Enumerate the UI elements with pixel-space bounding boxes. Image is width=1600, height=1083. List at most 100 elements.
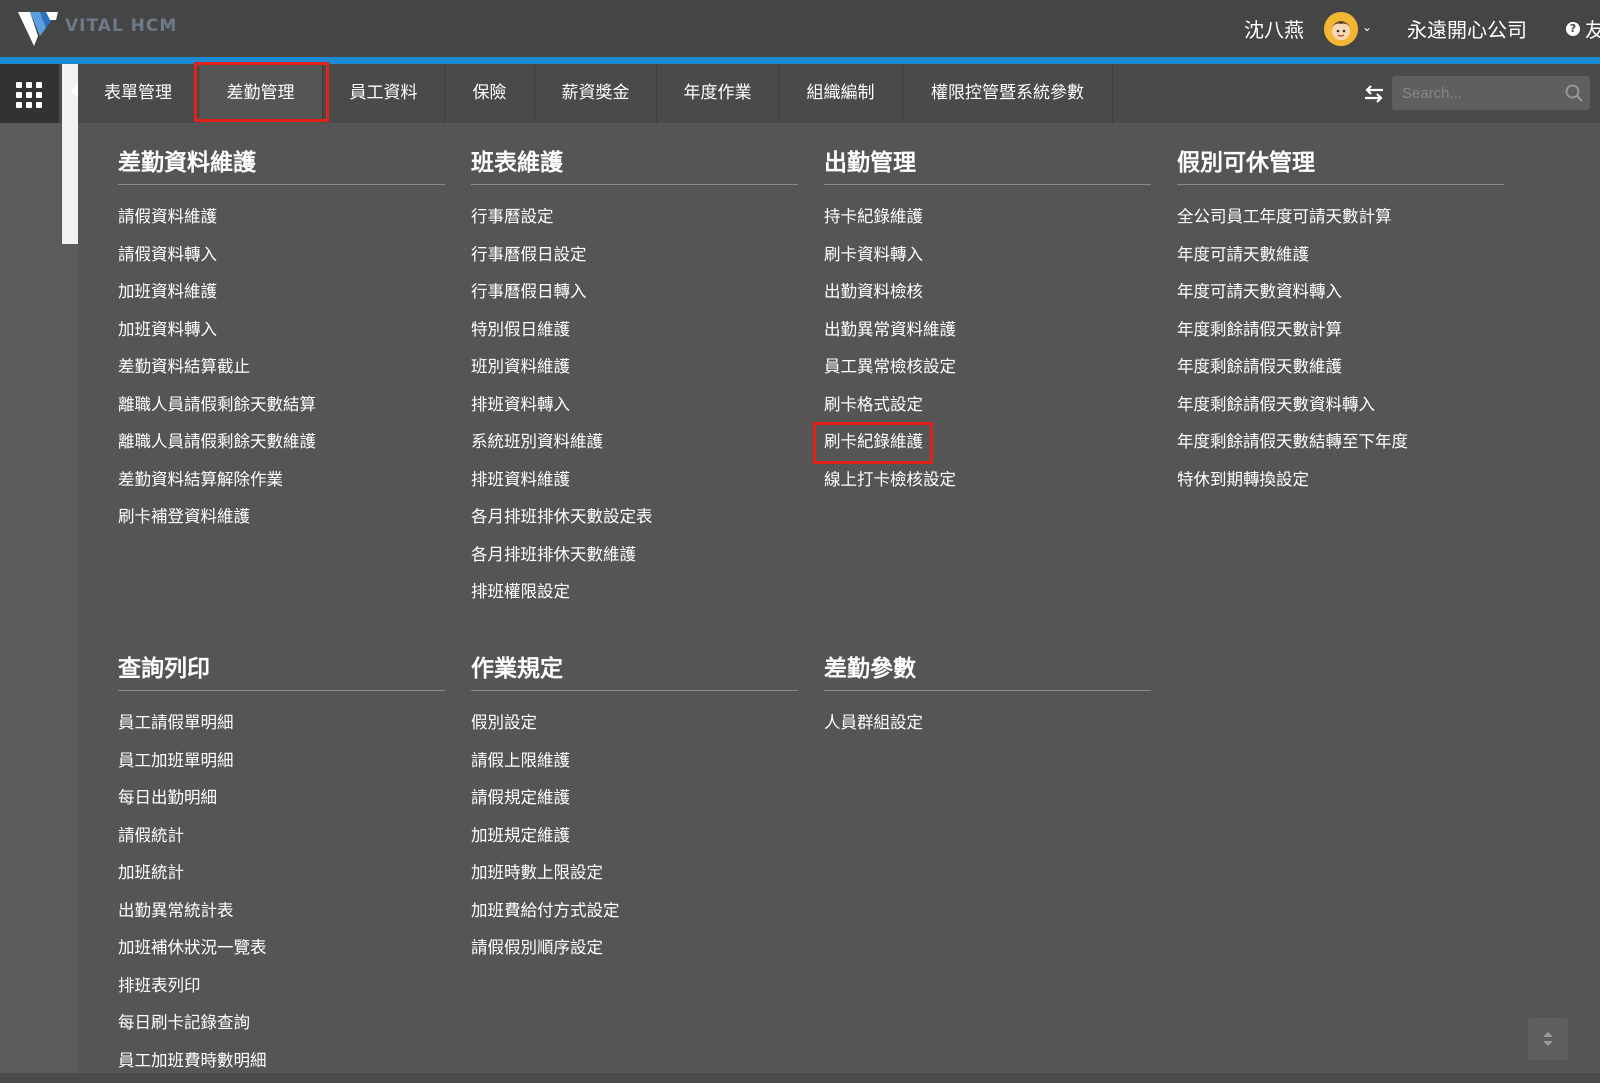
menu-item[interactable]: 行事曆假日轉入 [471, 277, 798, 315]
menu-item[interactable]: 刷卡資料轉入 [824, 240, 1151, 278]
tab-organization[interactable]: 組織編制 [779, 64, 903, 123]
menu-item[interactable]: 排班資料維護 [471, 465, 798, 503]
menu-item[interactable]: 加班費給付方式設定 [471, 896, 798, 934]
section-schedule: 班表維護 行事曆設定 行事曆假日設定 行事曆假日轉入 特別假日維護 班別資料維護… [471, 143, 798, 615]
section-title: 差勤資料維護 [118, 143, 445, 183]
section-divider [118, 184, 445, 185]
section-divider [1177, 184, 1504, 185]
swap-arrows-icon[interactable] [1363, 83, 1385, 105]
menu-item[interactable]: 各月排班排休天數維護 [471, 540, 798, 578]
menu-item[interactable]: 年度剩餘請假天數計算 [1177, 315, 1504, 353]
menu-item[interactable]: 請假規定維護 [471, 783, 798, 821]
vital-logo-icon[interactable] [16, 8, 60, 48]
section-attendance-data: 差勤資料維護 請假資料維護 請假資料轉入 加班資料維護 加班資料轉入 差勤資料結… [118, 143, 445, 540]
menu-item[interactable]: 行事曆設定 [471, 202, 798, 240]
section-title: 假別可休管理 [1177, 143, 1504, 183]
menu-item[interactable]: 員工請假單明細 [118, 708, 445, 746]
menu-item-highlighted[interactable]: 刷卡紀錄維護 [824, 427, 1151, 465]
menu-item[interactable]: 行事曆假日設定 [471, 240, 798, 278]
collapse-arrow-icon[interactable] [71, 84, 78, 98]
menu-item[interactable]: 線上打卡檢核設定 [824, 465, 1151, 503]
menu-item[interactable]: 年度可請天數資料轉入 [1177, 277, 1504, 315]
tab-attendance-management[interactable]: 差勤管理 [199, 64, 323, 123]
menu-item[interactable]: 刷卡補登資料維護 [118, 502, 445, 540]
menu-item[interactable]: 排班表列印 [118, 971, 445, 1009]
scroll-toggle-button[interactable] [1528, 1018, 1568, 1060]
section-divider [824, 690, 1151, 691]
tab-annual-operations[interactable]: 年度作業 [657, 64, 779, 123]
menu-item[interactable]: 班別資料維護 [471, 352, 798, 390]
menu-item[interactable]: 差勤資料結算解除作業 [118, 465, 445, 503]
menu-item[interactable]: 特別假日維護 [471, 315, 798, 353]
attendance-menu-panel: 差勤資料維護 請假資料維護 請假資料轉入 加班資料維護 加班資料轉入 差勤資料結… [78, 123, 1600, 1073]
help-icon[interactable]: ? [1566, 22, 1580, 36]
grid-icon [16, 82, 42, 108]
menu-item[interactable]: 請假統計 [118, 821, 445, 859]
menu-item[interactable]: 年度剩餘請假天數維護 [1177, 352, 1504, 390]
app-grid-button[interactable] [0, 64, 59, 123]
menu-item[interactable]: 假別設定 [471, 708, 798, 746]
search-input[interactable] [1392, 76, 1590, 110]
menu-item[interactable]: 加班資料轉入 [118, 315, 445, 353]
section-divider [471, 184, 798, 185]
section-divider [118, 690, 445, 691]
section-title: 作業規定 [471, 649, 798, 689]
menu-item[interactable]: 請假假別順序設定 [471, 933, 798, 971]
menu-item[interactable]: 持卡紀錄維護 [824, 202, 1151, 240]
help-label[interactable]: 友 [1585, 14, 1600, 43]
menu-item[interactable]: 各月排班排休天數設定表 [471, 502, 798, 540]
section-title: 查詢列印 [118, 649, 445, 689]
menu-item[interactable]: 員工異常檢核設定 [824, 352, 1151, 390]
menu-item[interactable]: 加班資料維護 [118, 277, 445, 315]
menu-item[interactable]: 全公司員工年度可請天數計算 [1177, 202, 1504, 240]
section-title: 差勤參數 [824, 649, 1151, 689]
menu-item[interactable]: 出勤異常統計表 [118, 896, 445, 934]
section-title: 班表維護 [471, 143, 798, 183]
top-bar [0, 0, 1600, 57]
menu-item[interactable]: 人員群組設定 [824, 708, 1151, 746]
section-rules: 作業規定 假別設定 請假上限維護 請假規定維護 加班規定維護 加班時數上限設定 … [471, 649, 798, 971]
menu-item[interactable]: 請假資料維護 [118, 202, 445, 240]
menu-item[interactable]: 離職人員請假剩餘天數結算 [118, 390, 445, 428]
tab-form-management[interactable]: 表單管理 [78, 64, 199, 123]
logo-text: VITAL HCM [65, 16, 177, 36]
menu-item[interactable]: 刷卡格式設定 [824, 390, 1151, 428]
menu-item[interactable]: 出勤異常資料維護 [824, 315, 1151, 353]
menu-item[interactable]: 系統班別資料維護 [471, 427, 798, 465]
menu-item[interactable]: 加班統計 [118, 858, 445, 896]
tab-employee-data[interactable]: 員工資料 [323, 64, 445, 123]
section-divider [471, 690, 798, 691]
section-query-print: 查詢列印 員工請假單明細 員工加班單明細 每日出勤明細 請假統計 加班統計 出勤… [118, 649, 445, 1083]
menu-item[interactable]: 離職人員請假剩餘天數維護 [118, 427, 445, 465]
menu-item[interactable]: 排班資料轉入 [471, 390, 798, 428]
menu-item[interactable]: 員工加班單明細 [118, 746, 445, 784]
tab-payroll[interactable]: 薪資獎金 [535, 64, 657, 123]
menu-item[interactable]: 請假上限維護 [471, 746, 798, 784]
menu-item[interactable]: 每日出勤明細 [118, 783, 445, 821]
user-name[interactable]: 沈八燕 [1244, 14, 1304, 43]
chevron-down-icon[interactable]: ⌄ [1362, 20, 1372, 34]
menu-item[interactable]: 員工加班費時數明細 [118, 1046, 445, 1083]
menu-item[interactable]: 排班權限設定 [471, 577, 798, 615]
menu-item[interactable]: 年度剩餘請假天數資料轉入 [1177, 390, 1504, 428]
accent-line [0, 57, 1600, 64]
menu-item[interactable]: 加班補休狀況一覽表 [118, 933, 445, 971]
menu-item[interactable]: 特休到期轉換設定 [1177, 465, 1504, 503]
menu-item[interactable]: 加班規定維護 [471, 821, 798, 859]
left-sidebar [0, 123, 62, 1073]
menu-item[interactable]: 每日刷卡記錄查詢 [118, 1008, 445, 1046]
user-avatar-icon[interactable] [1324, 12, 1358, 46]
menu-item[interactable]: 年度可請天數維護 [1177, 240, 1504, 278]
menu-item[interactable]: 差勤資料結算截止 [118, 352, 445, 390]
tab-insurance[interactable]: 保險 [445, 64, 535, 123]
section-attendance-mgmt: 出勤管理 持卡紀錄維護 刷卡資料轉入 出勤資料檢核 出勤異常資料維護 員工異常檢… [824, 143, 1151, 502]
tab-permissions-system[interactable]: 權限控管暨系統參數 [903, 64, 1113, 123]
menu-item[interactable]: 加班時數上限設定 [471, 858, 798, 896]
content-edge [62, 64, 78, 1073]
menu-item[interactable]: 請假資料轉入 [118, 240, 445, 278]
section-parameters: 差勤參數 人員群組設定 [824, 649, 1151, 746]
company-name[interactable]: 永遠開心公司 [1407, 14, 1527, 43]
menu-item[interactable]: 年度剩餘請假天數結轉至下年度 [1177, 427, 1504, 465]
menu-item[interactable]: 出勤資料檢核 [824, 277, 1151, 315]
search-icon[interactable] [1565, 84, 1583, 102]
